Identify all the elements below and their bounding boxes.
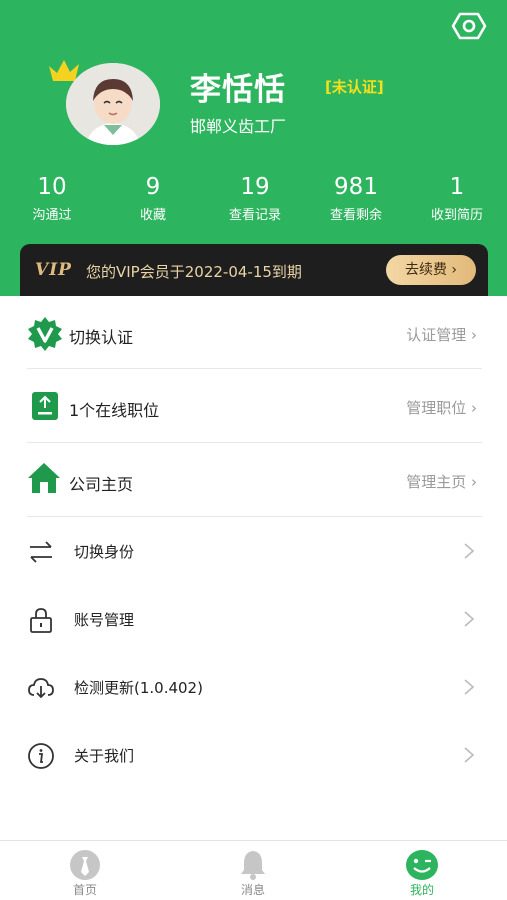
menu-item-label: 切换身份 [74,543,135,561]
stat-resumes-received[interactable]: 1 收到简历 [407,172,507,223]
cloud-download-icon [28,678,54,699]
vip-logo: VIP [35,260,72,280]
tab-messages[interactable]: 消息 [193,841,313,900]
menu-item-label: 切换认证 [69,328,134,347]
stat-value: 19 [240,174,270,200]
stat-label: 收藏 [139,208,166,223]
vip-banner: VIP 您的VIP会员于2022-04-15到期 去续费 › [20,244,488,296]
stat-label: 查看剩余 [329,208,382,223]
menu-item-about-us[interactable]: 关于我们 [0,721,507,789]
chevron-right-icon [464,679,475,695]
menu-item-check-update[interactable]: 检测更新(1.0.402) [0,653,507,721]
settings-button[interactable] [450,10,488,42]
info-icon [28,743,54,769]
stats-row: 10 沟通过 9 收藏 19 查看记录 981 查看剩余 1 收到简历 [0,172,507,228]
avatar-group[interactable] [46,56,164,148]
tab-label: 首页 [72,883,97,897]
vip-expiry-text: 您的VIP会员于2022-04-15到期 [86,263,302,281]
smiley-face-icon [406,850,438,880]
menu-item-action: 管理主页 › [406,473,477,491]
stat-value: 1 [449,174,465,200]
tab-label: 消息 [240,883,265,897]
avatar [66,63,160,145]
home-tie-icon [70,850,100,880]
settings-hex-icon [451,12,487,40]
stat-views-remaining[interactable]: 981 查看剩余 [306,172,406,223]
user-name: 李恬恬 [190,72,286,108]
tab-label: 我的 [409,883,434,897]
bottom-tab-bar: 首页 消息 我的 [0,840,507,900]
menu-item-company-homepage[interactable]: 公司主页 管理主页 › [0,443,507,517]
menu-item-online-jobs[interactable]: 1个在线职位 管理职位 › [0,369,507,443]
menu-item-label: 关于我们 [74,747,135,765]
stat-view-history[interactable]: 19 查看记录 [205,172,305,223]
stat-favorites[interactable]: 9 收藏 [103,172,203,223]
stat-label: 查看记录 [228,208,281,223]
renew-button-label: 去续费 [404,262,447,278]
tab-home[interactable]: 首页 [25,841,145,900]
menu-item-action: 认证管理 › [406,326,477,344]
stat-contacted[interactable]: 10 沟通过 [2,172,102,223]
menu-item-label: 检测更新(1.0.402) [74,679,203,697]
menu-item-account-management[interactable]: 账号管理 [0,585,507,653]
stat-value: 9 [145,174,161,200]
renew-button[interactable]: 去续费 › [386,255,476,285]
cert-status-badge[interactable]: [未认证] [325,76,384,97]
upload-document-icon [32,392,58,420]
switch-arrows-icon [30,541,52,563]
menu-item-label: 账号管理 [74,611,135,629]
profile-header: 李恬恬 [未认证] 邯郸义齿工厂 10 沟通过 9 收藏 19 查看记录 981… [0,0,507,296]
menu-item-switch-certification[interactable]: 切换认证 认证管理 › [0,296,507,369]
menu-item-switch-identity[interactable]: 切换身份 [0,517,507,585]
home-icon [28,463,60,493]
menu-item-label: 公司主页 [69,475,134,494]
tab-me[interactable]: 我的 [362,841,482,900]
company-name: 邯郸义齿工厂 [190,117,287,136]
chevron-right-icon: › [451,262,458,278]
stat-value: 981 [334,174,378,200]
chevron-right-icon [464,611,475,627]
bell-icon [241,851,265,880]
menu-item-action: 管理职位 › [406,399,477,417]
lock-icon [30,608,52,633]
stat-label: 沟通过 [32,208,72,223]
menu-item-label: 1个在线职位 [69,401,160,420]
verified-badge-icon [28,317,62,351]
stat-value: 10 [37,174,67,200]
chevron-right-icon [464,543,475,559]
chevron-right-icon [464,747,475,763]
stat-label: 收到简历 [430,208,483,223]
